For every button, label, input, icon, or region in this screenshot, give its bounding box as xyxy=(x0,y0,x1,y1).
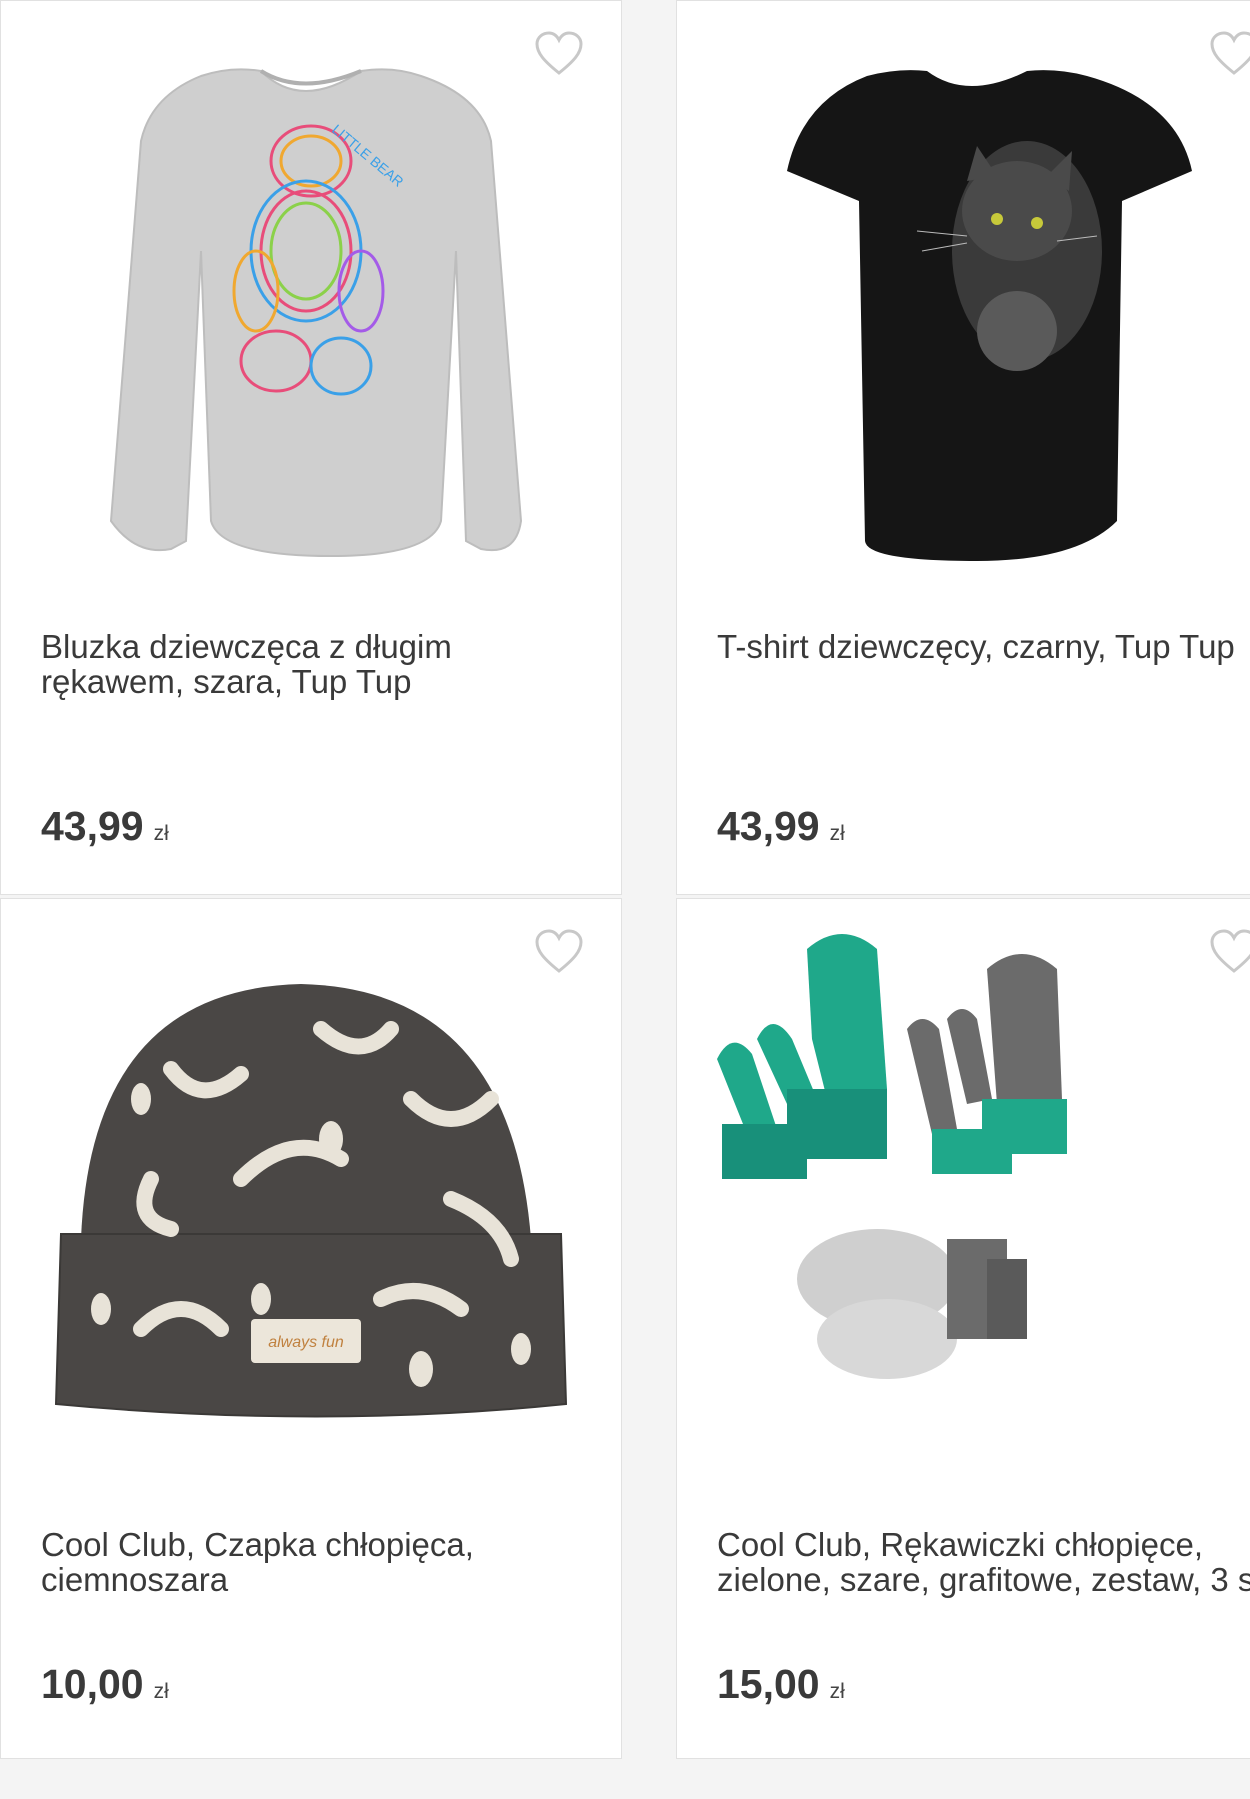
heart-outline-icon[interactable] xyxy=(1209,929,1250,975)
price-currency: zł xyxy=(153,822,169,845)
price-value: 43,99 xyxy=(717,803,820,849)
product-title[interactable]: T-shirt dziewczęcy, czarny, Tup Tup xyxy=(717,629,1250,664)
price-value: 10,00 xyxy=(41,1661,144,1707)
green-mittens-icon xyxy=(717,934,887,1179)
product-image[interactable]: always fun xyxy=(1,899,622,1499)
price-value: 43,99 xyxy=(41,803,144,849)
product-price: 43,99 zł xyxy=(717,803,845,850)
product-price: 10,00 zł xyxy=(41,1661,169,1708)
product-image[interactable] xyxy=(677,1,1250,601)
product-card[interactable]: T-shirt dziewczęcy, czarny, Tup Tup 43,9… xyxy=(676,0,1250,895)
price-currency: zł xyxy=(153,1680,169,1703)
product-image[interactable] xyxy=(677,899,1250,1499)
product-title[interactable]: Cool Club, Czapka chłopięca, ciemnoszara xyxy=(41,1527,581,1597)
heart-outline-icon[interactable] xyxy=(534,929,584,975)
price-currency: zł xyxy=(829,822,845,845)
product-title[interactable]: Cool Club, Rękawiczki chłopięce, zielone… xyxy=(717,1527,1250,1597)
product-price: 15,00 zł xyxy=(717,1661,845,1708)
heart-outline-icon[interactable] xyxy=(1209,31,1250,77)
product-card[interactable]: always fun Cool Club, Czapka chłopięca, … xyxy=(0,898,622,1759)
product-card[interactable]: LITTLE BEAR Bluzka dziewczęca z długim r… xyxy=(0,0,622,895)
heart-outline-icon[interactable] xyxy=(534,31,584,77)
product-title[interactable]: Bluzka dziewczęca z długim rękawem, szar… xyxy=(41,629,581,699)
price-currency: zł xyxy=(829,1680,845,1703)
product-card[interactable]: Cool Club, Rękawiczki chłopięce, zielone… xyxy=(676,898,1250,1759)
svg-text:always fun: always fun xyxy=(268,1334,344,1351)
product-price: 43,99 zł xyxy=(41,803,169,850)
price-value: 15,00 xyxy=(717,1661,820,1707)
light-grey-mittens-icon xyxy=(797,1229,1027,1379)
grey-mittens-icon xyxy=(907,954,1067,1174)
product-image[interactable]: LITTLE BEAR xyxy=(1,1,622,601)
